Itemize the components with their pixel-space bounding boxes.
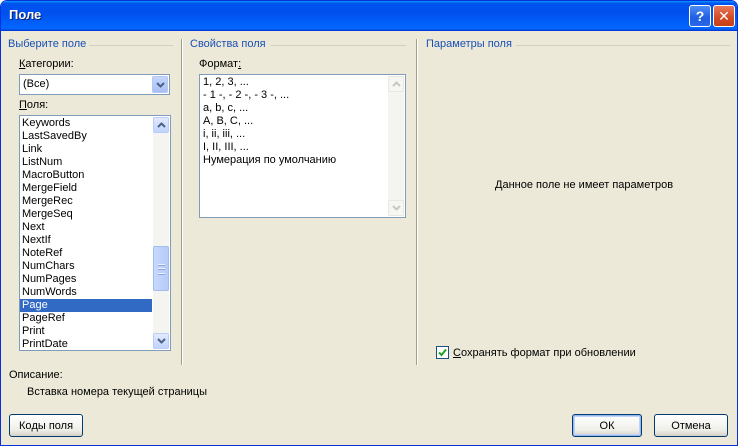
field-codes-button[interactable]: Ко д ы поля (9, 414, 83, 437)
field-list-item[interactable]: LastSavedBy (20, 130, 152, 143)
scroll-up-button (388, 76, 404, 92)
field-list-item[interactable]: MergeRec (20, 195, 152, 208)
format-list-item[interactable]: A, B, C, ... (200, 115, 387, 128)
section-divider (271, 45, 406, 46)
categories-value: (Все) (23, 78, 50, 90)
field-list-item[interactable]: Page (20, 299, 152, 312)
preserve-format-label[interactable]: Сохранять формат при обновлении (453, 347, 636, 359)
section-separator (181, 39, 182, 365)
title-bar[interactable]: Поле ? ✕ (1, 1, 737, 31)
format-list-item[interactable]: i, ii, iii, ... (200, 128, 387, 141)
no-params-text: Данное поле не имеет параметров (495, 179, 674, 191)
categories-label: Категории: (19, 58, 74, 70)
fields-label: Поля: (19, 99, 49, 111)
field-list-item[interactable]: Print (20, 325, 152, 338)
chevron-up-icon (156, 122, 166, 128)
close-icon: ✕ (718, 7, 730, 24)
section-divider (516, 45, 730, 46)
field-list-item[interactable]: Keywords (20, 117, 152, 130)
format-list-item[interactable]: 1, 2, 3, ... (200, 76, 387, 89)
format-listbox[interactable]: 1, 2, 3, ... - 1 -, - 2 -, - 3 -, ... a, b… (199, 74, 406, 218)
preserve-format-checkbox-row[interactable]: Сохранять формат при обновлении (436, 346, 636, 359)
format-list-item[interactable]: a, b, c, ... (200, 102, 387, 115)
scroll-down-button (388, 200, 404, 216)
field-list-item[interactable]: MergeField (20, 182, 152, 195)
field-list-item[interactable]: ListNum (20, 156, 152, 169)
fields-listbox[interactable]: Keywords LastSavedBy Link ListNum MacroButto… (19, 115, 171, 351)
dialog-title: Поле (9, 7, 42, 22)
field-list-item[interactable]: MacroButton (20, 169, 152, 182)
chevron-down-icon (391, 205, 401, 211)
field-list-item[interactable]: PageRef (20, 312, 152, 325)
ok-button[interactable]: ОК (572, 414, 642, 437)
fields-items: Keywords LastSavedBy Link ListNum MacroButto… (20, 117, 152, 351)
field-list-item[interactable]: PrintDate (20, 338, 152, 351)
field-list-item[interactable]: MergeSeq (20, 208, 152, 221)
help-button[interactable]: ? (689, 5, 711, 27)
scroll-up-button[interactable] (153, 117, 169, 133)
chevron-down-icon (156, 338, 166, 344)
format-list-item[interactable]: - 1 -, - 2 -, - 3 -, ... (200, 89, 387, 102)
format-list-item[interactable]: I, II, III, ... (200, 141, 387, 154)
field-options-section-title: Параметры поля (426, 38, 512, 50)
field-properties-section-title: Свойства поля (190, 38, 266, 50)
scroll-down-button[interactable] (153, 333, 169, 349)
section-divider (89, 45, 173, 46)
field-list-item[interactable]: NoteRef (20, 247, 152, 260)
section-separator (416, 39, 417, 365)
format-list-item[interactable]: Нумерация по умолчанию (200, 154, 387, 167)
help-icon: ? (695, 8, 705, 24)
scroll-thumb[interactable] (153, 246, 169, 291)
description-text: Вставка номера текущей страницы (27, 386, 208, 398)
field-list-item[interactable]: NumWords (20, 286, 152, 299)
field-dialog: Поле ? ✕ Выберите поле Категории: (Все) … (0, 0, 738, 446)
field-list-item[interactable]: NumPages (20, 273, 152, 286)
field-list-item[interactable]: NumChars (20, 260, 152, 273)
format-label: Формат: (199, 58, 242, 70)
format-scrollbar (388, 76, 404, 216)
field-list-item[interactable]: Link (20, 143, 152, 156)
cancel-button[interactable]: Отмена (654, 414, 728, 437)
chevron-up-icon (391, 81, 401, 87)
select-field-section-title: Выберите поле (8, 38, 87, 50)
checkmark-icon (438, 348, 447, 357)
categories-combo[interactable]: (Все) (19, 74, 170, 95)
chevron-down-icon[interactable] (152, 76, 168, 93)
fields-scrollbar[interactable] (153, 117, 169, 349)
field-list-item[interactable]: Next (20, 221, 152, 234)
field-list-item[interactable]: NextIf (20, 234, 152, 247)
format-items: 1, 2, 3, ... - 1 -, - 2 -, - 3 -, ... a, b… (200, 76, 387, 167)
close-button[interactable]: ✕ (713, 5, 735, 27)
description-label: Описание: (9, 369, 63, 381)
preserve-format-checkbox[interactable] (436, 346, 449, 359)
